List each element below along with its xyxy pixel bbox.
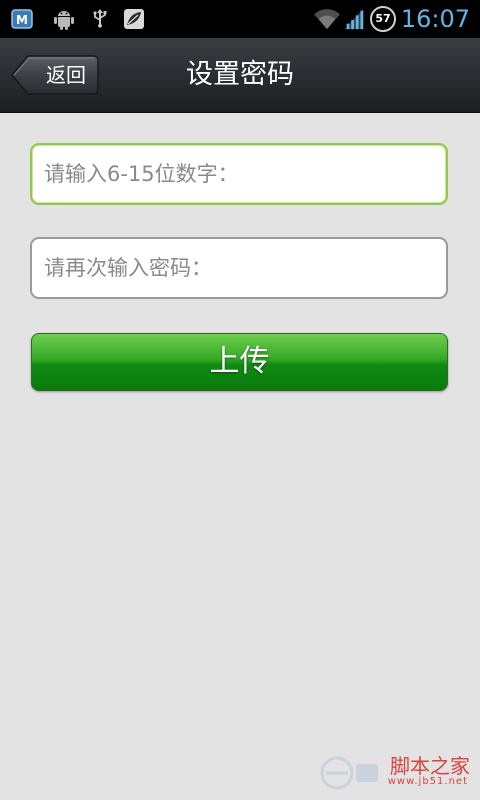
page-title: 设置密码 [186,59,294,90]
title-bar: 返回 设置密码 [0,38,480,113]
app-m-icon: M [11,9,33,29]
status-bar: M 57 16:07 [0,0,480,38]
battery-icon: 57 [370,6,396,32]
watermark: 脚本之家 www.jb51.net [320,750,470,794]
svg-text:M: M [16,13,28,27]
back-button[interactable]: 返回 [10,54,100,96]
leaf-icon [124,9,144,29]
battery-level: 57 [375,12,391,25]
status-time: 16:07 [400,5,470,33]
password-input[interactable] [30,143,448,205]
watermark-text: 脚本之家 [390,754,470,778]
back-label: 返回 [46,63,86,87]
watermark-url: www.jb51.net [387,776,468,787]
signal-icon [344,8,364,30]
wifi-icon [314,9,340,30]
usb-icon [93,9,107,28]
upload-button[interactable]: 上传 [31,333,448,391]
watermark-logo-icon [320,756,378,790]
android-icon [54,11,74,30]
confirm-password-input[interactable] [30,237,448,299]
